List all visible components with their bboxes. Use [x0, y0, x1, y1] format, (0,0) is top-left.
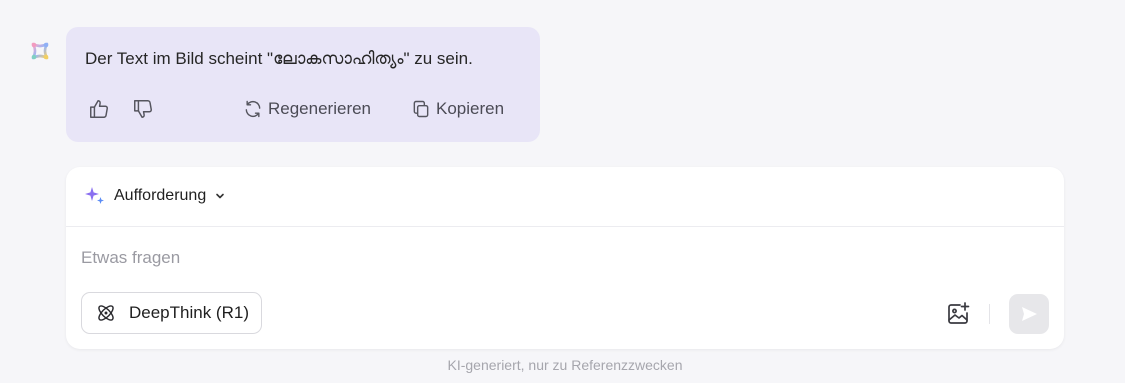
copy-button[interactable]: Kopieren	[411, 95, 504, 123]
prompt-mode-selector[interactable]: Aufforderung	[84, 185, 226, 207]
atom-icon	[98, 305, 114, 321]
message-text: Der Text im Bild scheint "ലോകസാഹിത്യം" z…	[85, 49, 473, 68]
app-logo-icon	[29, 40, 51, 62]
deepthink-toggle-button[interactable]: DeepThink (R1)	[81, 292, 262, 334]
message-actions: Regenerieren Kopieren	[66, 95, 540, 123]
image-upload-button[interactable]	[945, 301, 971, 327]
sparkle-icon	[85, 187, 104, 204]
prompt-mode-label: Aufforderung	[114, 187, 207, 204]
thumbs-up-icon	[90, 100, 108, 118]
thumbs-down-button[interactable]	[131, 97, 155, 121]
refresh-icon	[245, 100, 261, 118]
composer-separator	[989, 304, 990, 324]
copy-label: Kopieren	[436, 99, 505, 118]
send-button[interactable]	[1009, 294, 1049, 334]
chat-input[interactable]	[81, 245, 1041, 271]
copy-icon	[413, 100, 429, 118]
image-add-icon	[948, 302, 970, 324]
send-icon	[1022, 307, 1037, 321]
composer-divider	[66, 226, 1064, 227]
footer-disclaimer: KI-generiert, nur zu Referenzzwecken	[447, 357, 683, 373]
chat-composer: Aufforderung DeepThink (R1)	[66, 167, 1064, 349]
thumbs-down-icon	[134, 100, 152, 118]
regenerate-button[interactable]: Regenerieren	[243, 95, 371, 123]
thumbs-up-button[interactable]	[87, 97, 111, 121]
chevron-down-icon	[216, 193, 225, 199]
regenerate-label: Regenerieren	[268, 99, 372, 118]
deepthink-label: DeepThink (R1)	[129, 303, 249, 322]
assistant-message: Der Text im Bild scheint "ലോകസാഹിത്യം" z…	[66, 27, 540, 142]
